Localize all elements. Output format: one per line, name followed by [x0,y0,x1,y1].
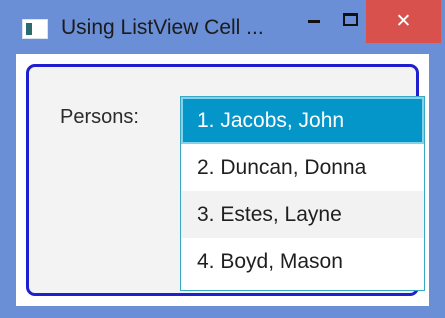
maximize-icon [342,12,358,26]
persons-listview[interactable]: 1. Jacobs, John 2. Duncan, Donna 3. Este… [180,96,425,291]
window-title: Using ListView Cell ... [61,16,264,39]
list-item[interactable]: 1. Jacobs, John [181,97,424,144]
persons-label: Persons: [60,106,139,128]
list-item[interactable]: 4. Boyd, Mason [181,238,424,285]
minimize-icon [308,19,320,23]
close-icon: ✕ [395,11,412,32]
app-icon[interactable] [22,19,48,39]
list-item[interactable]: 2. Duncan, Donna [181,144,424,191]
list-item[interactable]: 3. Estes, Layne [181,191,424,238]
window-content: Persons: 1. Jacobs, John 2. Duncan, Donn… [16,54,429,306]
close-button[interactable]: ✕ [366,0,441,43]
focused-pane: Persons: 1. Jacobs, John 2. Duncan, Donn… [26,64,425,296]
app-icon-accent [26,23,32,35]
application-window: Using ListView Cell ... ✕ Persons: 1. Ja… [0,0,445,318]
title-bar[interactable]: Using ListView Cell ... ✕ [0,0,445,52]
